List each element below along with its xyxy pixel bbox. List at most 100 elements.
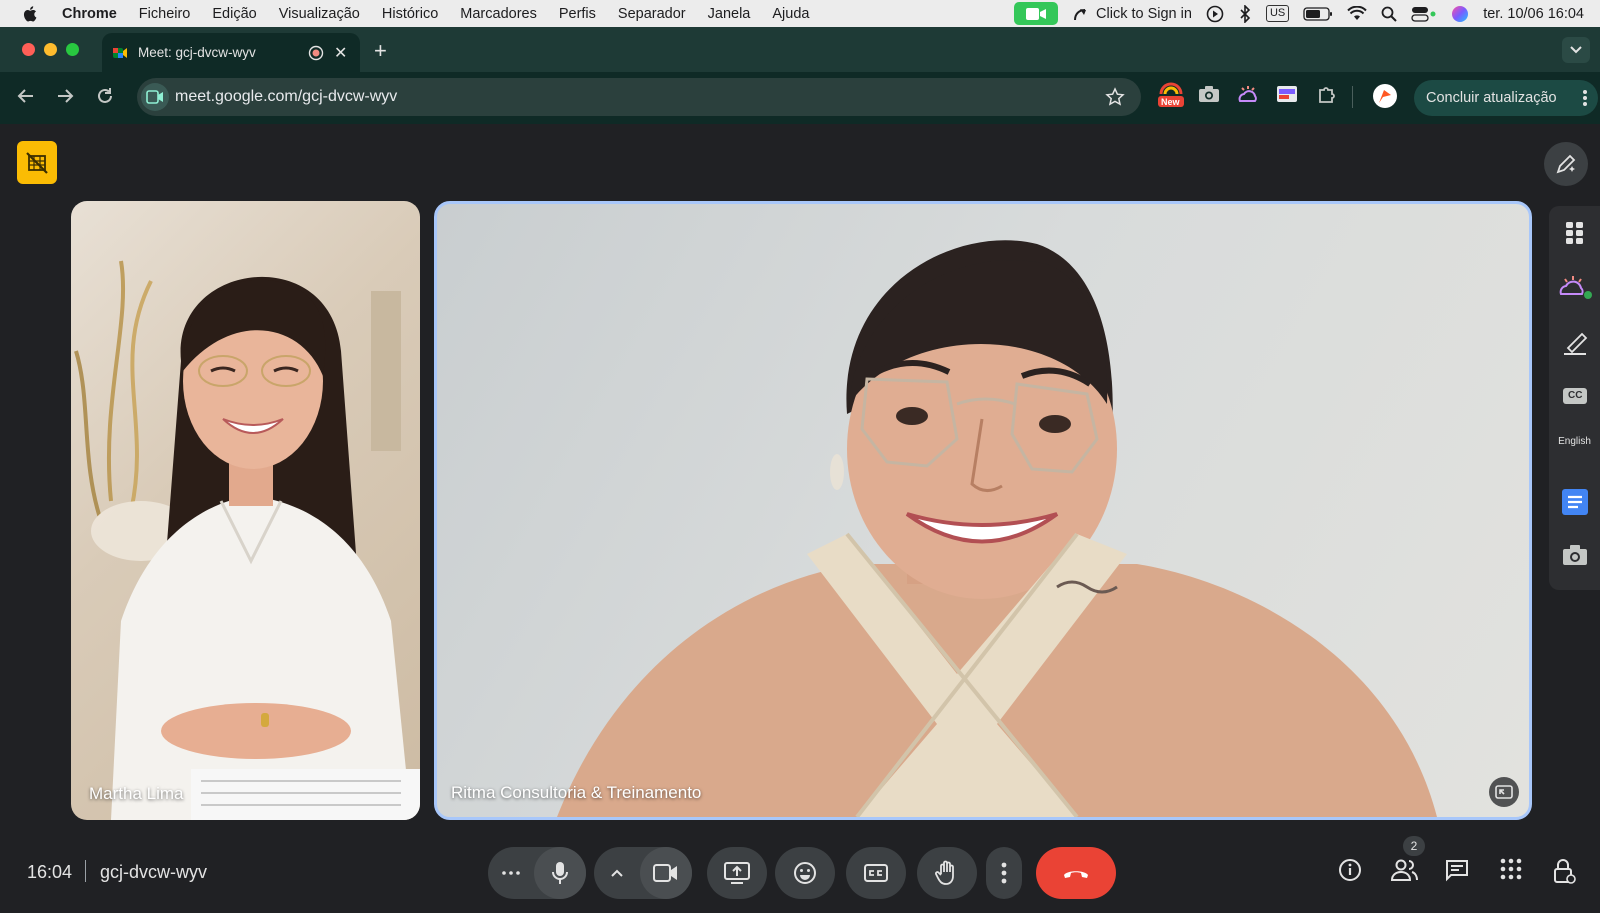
extension-new-icon[interactable]: New	[1157, 80, 1185, 110]
more-options-button[interactable]	[986, 847, 1022, 899]
complete-update-label: Concluir atualização	[1426, 90, 1557, 106]
tab-title: Meet: gcj-dvcw-wyv	[138, 45, 256, 60]
menu-separador[interactable]: Separador	[618, 6, 686, 22]
picture-in-picture-icon	[1495, 785, 1513, 799]
microphone-icon	[552, 862, 568, 884]
raise-hand-button[interactable]	[917, 847, 977, 899]
side-panel-apps-button[interactable]	[1549, 220, 1600, 246]
profile-avatar-icon[interactable]	[1372, 83, 1398, 109]
extensions-puzzle-icon[interactable]	[1316, 84, 1338, 106]
camera-toggle-button[interactable]	[640, 847, 692, 899]
tab-close-icon[interactable]: ✕	[334, 43, 347, 63]
reload-icon[interactable]	[95, 86, 115, 106]
chevron-up-icon	[611, 869, 623, 877]
side-panel-highlighter-button[interactable]	[1549, 330, 1600, 356]
activities-apps-icon[interactable]	[1500, 858, 1522, 880]
video-camera-icon	[653, 864, 677, 882]
facetime-indicator[interactable]	[1014, 2, 1059, 25]
address-bar[interactable]: meet.google.com/gcj-dvcw-wyv	[137, 78, 1141, 116]
window-minimize-button[interactable]	[44, 43, 57, 56]
wifi-icon[interactable]	[1347, 5, 1367, 22]
side-panel-notes-button[interactable]	[1549, 488, 1600, 516]
present-to-all-icon	[724, 862, 750, 884]
video-off-grid-icon	[26, 151, 48, 174]
cc-label: CC	[1568, 390, 1583, 401]
video-options-button[interactable]	[594, 847, 640, 899]
visual-effects-off-button[interactable]	[17, 141, 57, 184]
window-close-button[interactable]	[22, 43, 35, 56]
participant-name-left: Martha Lima	[89, 784, 184, 803]
leave-call-button[interactable]	[1036, 847, 1116, 899]
side-panel-weather-button[interactable]	[1549, 274, 1600, 300]
tab-meet[interactable]: Meet: gcj-dvcw-wyv ✕	[102, 33, 360, 72]
participant-count-badge: 2	[1403, 836, 1425, 856]
extension-side-panel: CC English	[1549, 206, 1600, 590]
more-horiz-icon	[502, 871, 520, 875]
apple-logo-icon[interactable]	[22, 5, 40, 23]
microphone-toggle-button[interactable]	[534, 847, 586, 899]
meeting-code: gcj-dvcw-wyv	[100, 862, 208, 882]
docs-notes-icon	[1561, 489, 1588, 515]
participant-tile-martha[interactable]: Martha Lima	[71, 201, 420, 820]
new-tab-button[interactable]: +	[374, 38, 387, 64]
menubar-datetime[interactable]: ter. 10/06 16:04	[1483, 6, 1584, 22]
signal-sign-in-icon[interactable]	[1072, 5, 1090, 23]
people-icon[interactable]	[1391, 858, 1419, 882]
captions-button[interactable]	[846, 847, 906, 899]
draw-annotate-button[interactable]	[1544, 142, 1588, 186]
closed-captions-icon	[864, 864, 888, 882]
site-info-icon[interactable]	[141, 83, 169, 111]
chrome-toolbar: meet.google.com/gcj-dvcw-wyv New Conclui…	[0, 72, 1600, 124]
grid-icon	[1565, 222, 1583, 244]
caption-language-label[interactable]: English	[1549, 436, 1600, 447]
menu-janela[interactable]: Janela	[708, 6, 751, 22]
siri-icon[interactable]	[1451, 5, 1469, 23]
pencil-sparkle-icon	[1556, 154, 1576, 174]
menu-edicao[interactable]: Edição	[212, 6, 256, 22]
screen-capture-extension-icon[interactable]	[1276, 84, 1298, 104]
click-to-sign-in-text[interactable]: Click to Sign in	[1096, 6, 1192, 22]
extension-new-badge: New	[1161, 97, 1180, 107]
camera-control-group	[594, 847, 692, 899]
complete-update-button[interactable]: Concluir atualização	[1414, 80, 1598, 116]
bookmark-star-icon[interactable]	[1105, 87, 1125, 107]
forward-arrow-icon[interactable]	[55, 86, 75, 106]
menu-ajuda[interactable]: Ajuda	[772, 6, 809, 22]
input-source-badge[interactable]: US	[1265, 5, 1290, 22]
weather-extension-icon[interactable]	[1236, 84, 1260, 106]
url-text[interactable]: meet.google.com/gcj-dvcw-wyv	[175, 88, 397, 106]
present-screen-button[interactable]	[707, 847, 767, 899]
macos-menubar: Chrome Ficheiro Edição Visualização Hist…	[0, 0, 1600, 27]
highlighter-icon	[1563, 332, 1587, 355]
audio-options-button[interactable]	[488, 847, 534, 899]
tab-search-button[interactable]	[1562, 37, 1590, 63]
picture-in-picture-button[interactable]	[1489, 777, 1519, 807]
menu-perfis[interactable]: Perfis	[559, 6, 596, 22]
host-controls-lock-icon[interactable]	[1552, 858, 1576, 884]
window-zoom-button[interactable]	[66, 43, 79, 56]
battery-icon[interactable]	[1303, 6, 1333, 21]
meeting-details-info-icon[interactable]	[1338, 858, 1362, 882]
menu-historico[interactable]: Histórico	[382, 6, 438, 22]
side-panel-captions-button[interactable]: CC	[1549, 386, 1600, 406]
meeting-info-divider	[85, 860, 86, 882]
chat-icon[interactable]	[1445, 858, 1469, 882]
back-arrow-icon[interactable]	[16, 86, 36, 106]
call-end-icon	[1064, 871, 1088, 878]
camera-extension-icon[interactable]	[1198, 84, 1220, 104]
menu-visualizacao[interactable]: Visualização	[279, 6, 360, 22]
side-panel-screenshot-button[interactable]	[1549, 544, 1600, 566]
reactions-button[interactable]	[775, 847, 835, 899]
spotlight-search-icon[interactable]	[1381, 6, 1397, 22]
participant-name-right: Ritma Consultoria & Treinamento	[451, 783, 702, 802]
participant-tile-ritma[interactable]: Ritma Consultoria & Treinamento	[434, 201, 1532, 820]
play-circle-icon[interactable]	[1206, 5, 1224, 23]
raise-hand-icon	[935, 860, 954, 885]
more-vert-icon	[1583, 90, 1587, 106]
menu-ficheiro[interactable]: Ficheiro	[139, 6, 191, 22]
control-center-icon[interactable]	[1411, 6, 1437, 22]
menu-marcadores[interactable]: Marcadores	[460, 6, 537, 22]
mic-control-group	[488, 847, 586, 899]
bluetooth-icon[interactable]	[1238, 4, 1252, 23]
menu-app-name[interactable]: Chrome	[62, 6, 117, 22]
